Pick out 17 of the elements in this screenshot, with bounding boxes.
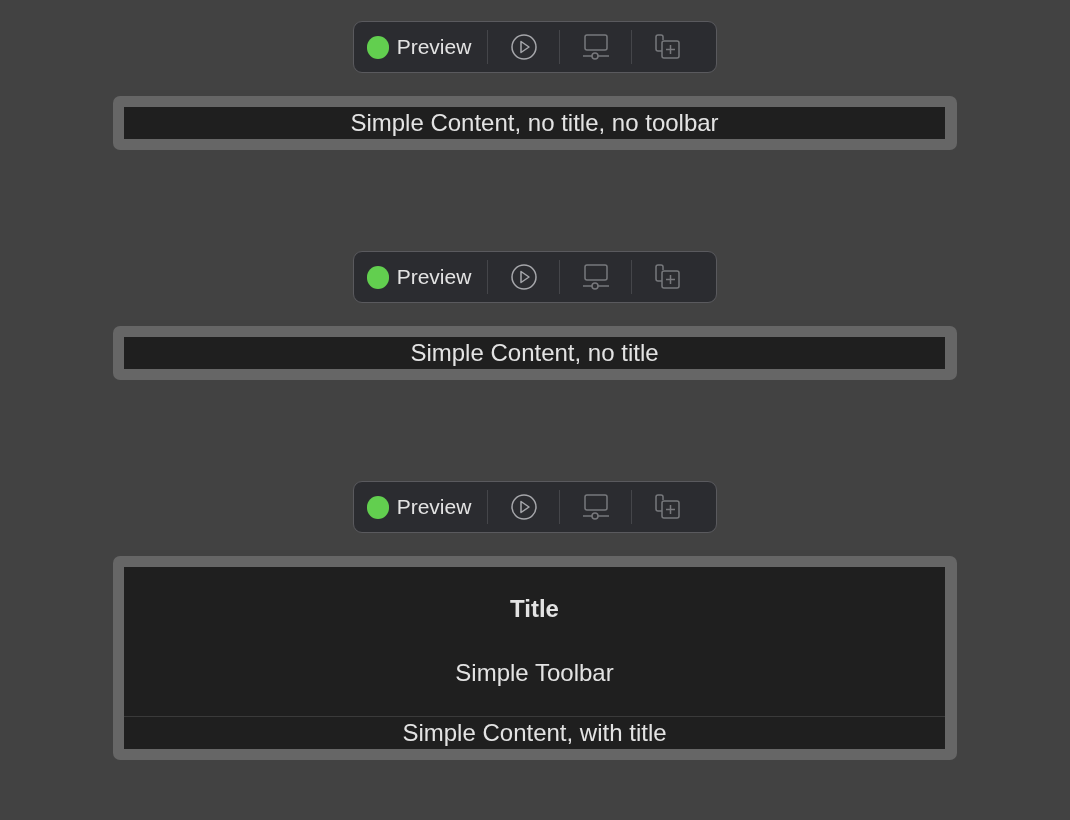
toolbar-text: Simple Toolbar <box>455 658 614 688</box>
content-text: Simple Content, no title <box>410 338 659 368</box>
duplicate-icon <box>654 494 681 520</box>
content-text: Simple Content, no title, no toolbar <box>350 108 719 138</box>
preview-label: Preview <box>396 34 473 61</box>
preview-label: Preview <box>396 494 473 521</box>
preview-label: Preview <box>396 264 473 291</box>
duplicate-icon <box>654 264 681 290</box>
play-icon <box>510 494 537 520</box>
play-icon <box>510 264 537 290</box>
play-icon <box>510 34 537 60</box>
monitor-icon <box>581 264 610 290</box>
monitor-icon <box>581 494 610 520</box>
title-text: Title <box>510 594 559 624</box>
monitor-icon <box>581 34 610 60</box>
content-text: Simple Content, with title <box>402 718 667 748</box>
duplicate-icon <box>654 34 681 60</box>
